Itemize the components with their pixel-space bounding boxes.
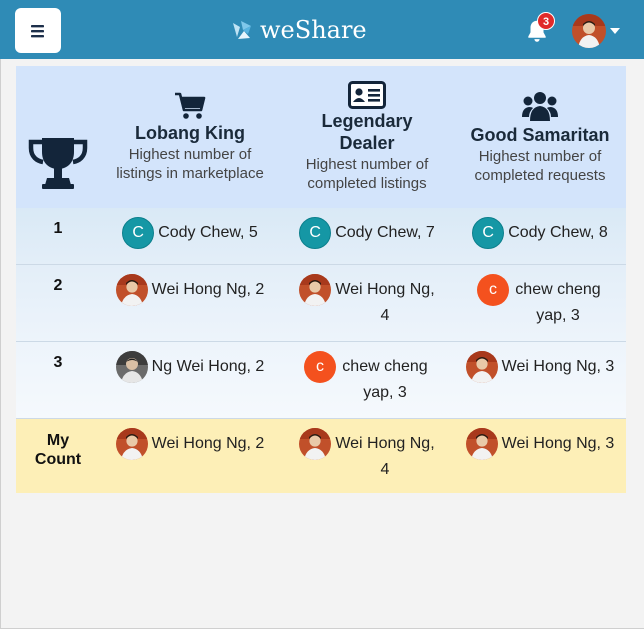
user-score-text: chew cheng yap, 3 bbox=[342, 358, 428, 401]
user-entry[interactable]: Wei Hong Ng, 3 bbox=[465, 351, 615, 383]
notification-badge: 3 bbox=[537, 12, 555, 30]
brand-logo[interactable]: weShare bbox=[230, 13, 367, 47]
profile-menu[interactable] bbox=[572, 13, 620, 49]
user-entry[interactable]: Wei Hong Ng, 3 bbox=[465, 428, 615, 460]
avatar: c bbox=[304, 351, 336, 383]
user-entry[interactable]: c chew cheng yap, 3 bbox=[477, 274, 603, 329]
leaderboard-rows: 1 C Cody Chew, 5 C Cody Chew, 7 C Cody Chew, 8… bbox=[16, 208, 626, 493]
avatar bbox=[115, 274, 148, 306]
avatar bbox=[465, 428, 498, 460]
header-lobang-king: Lobang King Highest number of listings i… bbox=[100, 66, 280, 208]
user-entry[interactable]: c chew cheng yap, 3 bbox=[304, 351, 430, 406]
leaderboard-cell: C Cody Chew, 5 bbox=[100, 208, 280, 264]
avatar: C bbox=[472, 217, 505, 249]
user-score-text: Wei Hong Ng, 3 bbox=[501, 358, 615, 375]
menu-icon bbox=[31, 24, 44, 37]
weshare-logo-icon bbox=[233, 21, 251, 39]
header-good-samaritan: Good Samaritan Highest number of complet… bbox=[454, 66, 626, 208]
trophy-cell bbox=[16, 66, 100, 208]
avatar: c bbox=[477, 274, 509, 306]
user-score-text: Cody Chew, 7 bbox=[335, 224, 435, 241]
user-entry[interactable]: C Cody Chew, 8 bbox=[472, 217, 608, 249]
leaderboard-cell: Wei Hong Ng, 4 bbox=[280, 265, 454, 341]
leaderboard-header: Lobang King Highest number of listings i… bbox=[16, 66, 626, 208]
leaderboard-cell: Wei Hong Ng, 3 bbox=[454, 342, 626, 418]
leaderboard-table: Lobang King Highest number of listings i… bbox=[16, 66, 626, 493]
leaderboard-cell: Wei Hong Ng, 2 bbox=[100, 419, 280, 493]
leaderboard-cell: C Cody Chew, 7 bbox=[280, 208, 454, 264]
category-description: Highest number of listings in marketplac… bbox=[116, 145, 264, 182]
avatar bbox=[115, 351, 148, 383]
leaderboard-cell: c chew cheng yap, 3 bbox=[280, 342, 454, 418]
rank-label: My Count bbox=[34, 432, 82, 468]
rank-label: 2 bbox=[53, 277, 63, 294]
avatar: C bbox=[299, 217, 332, 249]
user-score-text: Wei Hong Ng, 3 bbox=[501, 435, 615, 452]
user-entry[interactable]: C Cody Chew, 5 bbox=[122, 217, 258, 249]
user-score-text: Wei Hong Ng, 2 bbox=[151, 281, 265, 298]
leaderboard-row: 1 C Cody Chew, 5 C Cody Chew, 7 C Cody Chew, 8 bbox=[16, 208, 626, 264]
user-score-text: Ng Wei Hong, 2 bbox=[151, 358, 265, 375]
leaderboard-cell: Wei Hong Ng, 4 bbox=[280, 419, 454, 493]
category-title: Lobang King bbox=[135, 122, 245, 143]
user-entry[interactable]: Wei Hong Ng, 2 bbox=[115, 274, 265, 306]
leaderboard-cell: C Cody Chew, 8 bbox=[454, 208, 626, 264]
user-score-text: Wei Hong Ng, 4 bbox=[335, 281, 435, 324]
leaderboard-cell: c chew cheng yap, 3 bbox=[454, 265, 626, 341]
user-score-text: chew cheng yap, 3 bbox=[515, 281, 601, 324]
shopping-cart-icon bbox=[175, 92, 206, 119]
avatar bbox=[572, 14, 606, 48]
user-score-text: Cody Chew, 8 bbox=[508, 224, 608, 241]
user-entry[interactable]: C Cody Chew, 7 bbox=[299, 217, 435, 249]
category-title: Legendary Dealer bbox=[321, 111, 413, 153]
category-description: Highest number of completed requests bbox=[474, 147, 606, 184]
category-description: Highest number of completed listings bbox=[305, 156, 429, 192]
menu-button[interactable] bbox=[15, 8, 61, 53]
avatar bbox=[299, 274, 331, 306]
user-entry[interactable]: Wei Hong Ng, 4 bbox=[299, 274, 435, 329]
avatar: C bbox=[122, 217, 155, 249]
users-icon bbox=[522, 91, 558, 121]
category-title: Good Samaritan bbox=[470, 124, 610, 145]
user-entry[interactable]: Ng Wei Hong, 2 bbox=[115, 351, 265, 383]
leaderboard-row: 2 Wei Hong Ng, 2 Wei Hong Ng, 4 c chew cheng… bbox=[16, 264, 626, 341]
leaderboard-cell: Ng Wei Hong, 2 bbox=[100, 342, 280, 418]
leaderboard-row: My Count Wei Hong Ng, 2 Wei Hong Ng, 4 Wei … bbox=[16, 418, 626, 493]
rank-label: 3 bbox=[53, 354, 63, 371]
avatar bbox=[299, 428, 331, 460]
rank-label: 1 bbox=[53, 220, 63, 237]
brand-name: weShare bbox=[260, 16, 367, 44]
user-score-text: Wei Hong Ng, 4 bbox=[335, 435, 435, 478]
header-legendary-dealer: Legendary Dealer Highest number of compl… bbox=[280, 66, 454, 208]
avatar bbox=[115, 428, 148, 460]
avatar bbox=[465, 351, 498, 383]
trophy-icon bbox=[28, 138, 88, 189]
leaderboard-cell: Wei Hong Ng, 3 bbox=[454, 419, 626, 493]
user-score-text: Wei Hong Ng, 2 bbox=[151, 435, 265, 452]
id-card-icon bbox=[348, 81, 386, 109]
leaderboard-row: 3 Ng Wei Hong, 2 c chew cheng yap, 3 Wei Hon… bbox=[16, 341, 626, 418]
top-navbar: weShare 3 bbox=[0, 0, 644, 59]
caret-down-icon bbox=[610, 28, 620, 34]
leaderboard-cell: Wei Hong Ng, 2 bbox=[100, 265, 280, 341]
user-score-text: Cody Chew, 5 bbox=[158, 224, 258, 241]
user-entry[interactable]: Wei Hong Ng, 2 bbox=[115, 428, 265, 460]
user-entry[interactable]: Wei Hong Ng, 4 bbox=[299, 428, 435, 483]
